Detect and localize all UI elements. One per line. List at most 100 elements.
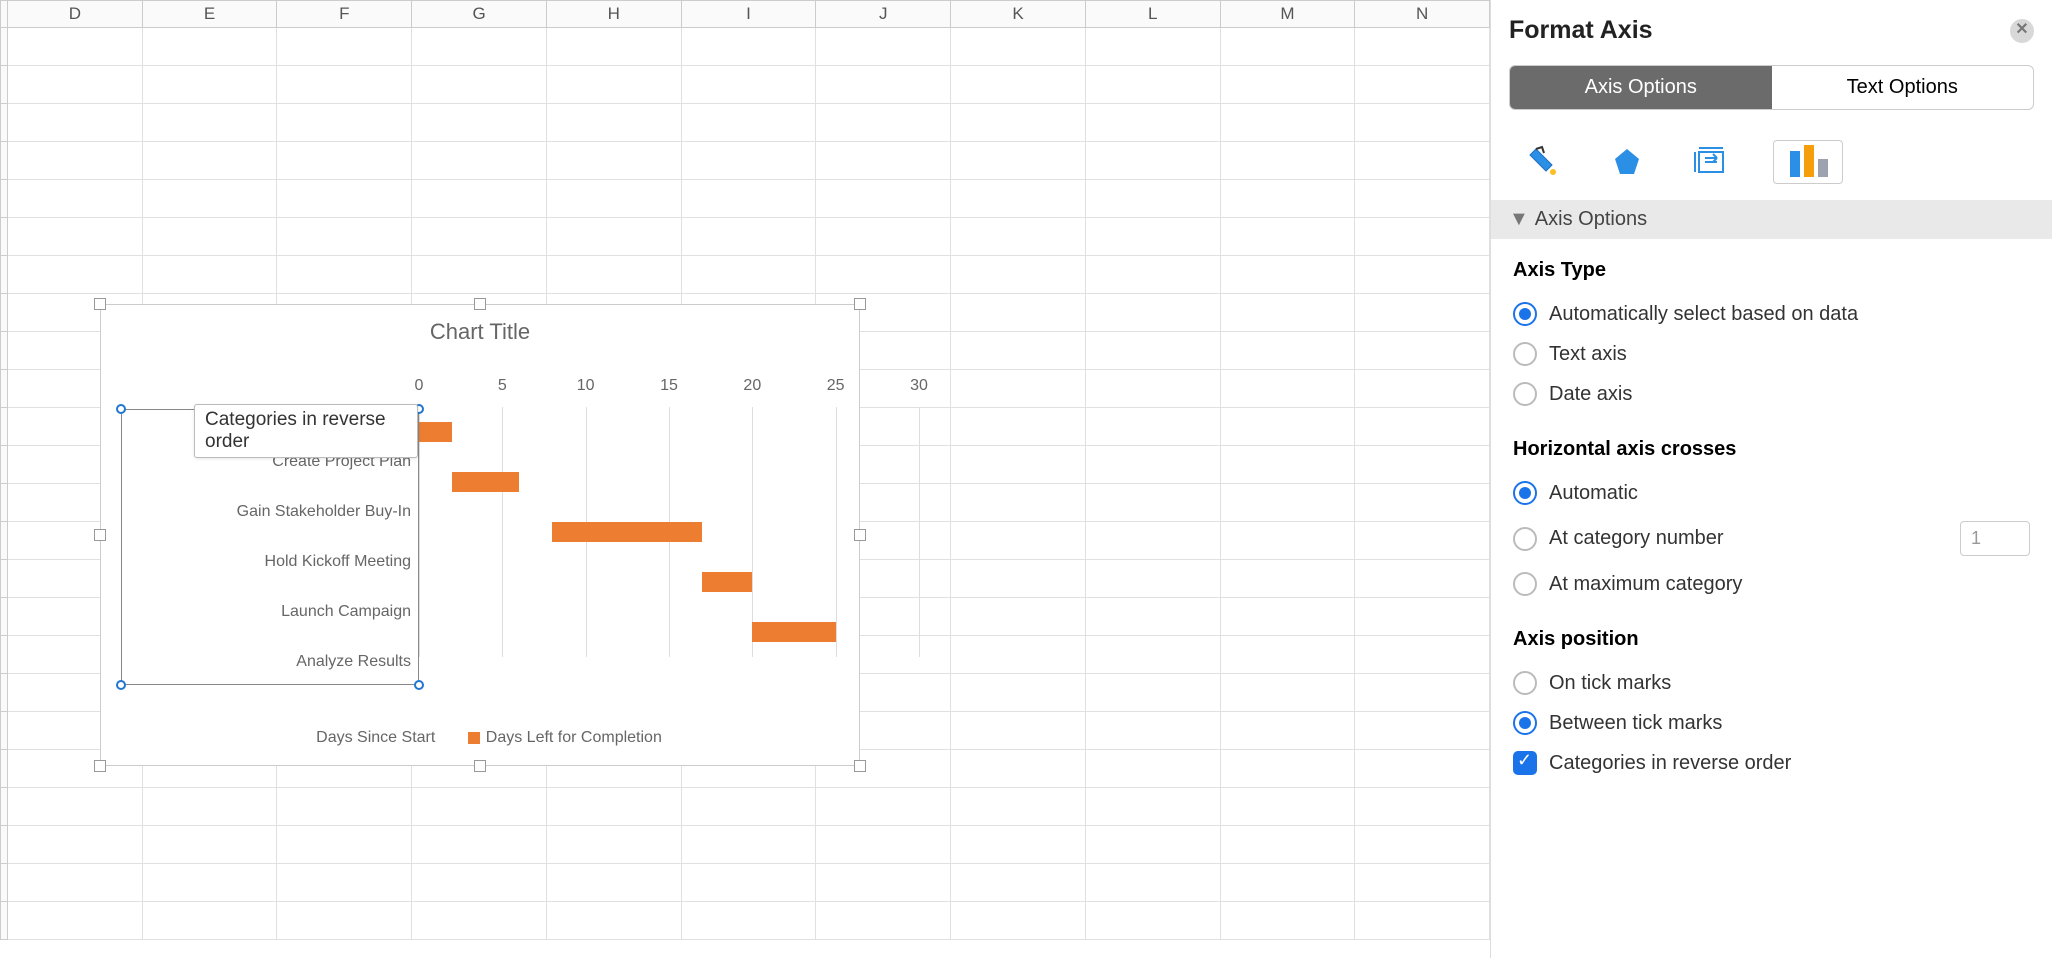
cell[interactable] — [951, 788, 1086, 826]
cell[interactable] — [1221, 408, 1356, 446]
col-header-N[interactable]: N — [1355, 0, 1490, 28]
col-header-F[interactable]: F — [277, 0, 412, 28]
col-header-K[interactable]: K — [951, 0, 1086, 28]
cell[interactable] — [1355, 484, 1490, 522]
cell[interactable] — [816, 788, 951, 826]
cell[interactable] — [8, 788, 143, 826]
cell[interactable] — [682, 180, 817, 218]
cell[interactable] — [412, 66, 547, 104]
cell[interactable] — [682, 902, 817, 940]
cell[interactable] — [951, 598, 1086, 636]
cell[interactable] — [1221, 294, 1356, 332]
cell[interactable] — [951, 294, 1086, 332]
cell[interactable] — [1086, 902, 1221, 940]
radio-crosses-at-max[interactable] — [1513, 572, 1537, 596]
cell[interactable] — [277, 66, 412, 104]
cell[interactable] — [1086, 788, 1221, 826]
cell[interactable] — [951, 484, 1086, 522]
cell[interactable] — [816, 864, 951, 902]
col-header-H[interactable]: H — [547, 0, 682, 28]
cell[interactable] — [1221, 826, 1356, 864]
cell[interactable] — [277, 142, 412, 180]
col-header-L[interactable]: L — [1086, 0, 1221, 28]
cell[interactable] — [143, 902, 278, 940]
plot-area[interactable]: 051015202530 — [419, 377, 919, 657]
cell[interactable] — [412, 256, 547, 294]
cell[interactable] — [1355, 28, 1490, 66]
cell[interactable] — [682, 788, 817, 826]
cell[interactable] — [682, 66, 817, 104]
cell[interactable] — [412, 826, 547, 864]
cell[interactable] — [277, 256, 412, 294]
cell[interactable] — [1221, 902, 1356, 940]
checkbox-reverse-order[interactable] — [1513, 751, 1537, 775]
cell[interactable] — [1355, 142, 1490, 180]
cell[interactable] — [1355, 712, 1490, 750]
cell[interactable] — [1355, 294, 1490, 332]
cell[interactable] — [1086, 218, 1221, 256]
crosses-category-input[interactable] — [1960, 521, 2030, 556]
col-header-M[interactable]: M — [1221, 0, 1356, 28]
cell[interactable] — [1086, 446, 1221, 484]
cell[interactable] — [547, 180, 682, 218]
cell[interactable] — [1221, 142, 1356, 180]
cell[interactable] — [1086, 104, 1221, 142]
cell[interactable] — [8, 826, 143, 864]
cell[interactable] — [547, 66, 682, 104]
cell[interactable] — [816, 256, 951, 294]
cell[interactable] — [143, 104, 278, 142]
cell[interactable] — [1086, 180, 1221, 218]
cell[interactable] — [1086, 712, 1221, 750]
cell[interactable] — [951, 66, 1086, 104]
cell[interactable] — [1086, 484, 1221, 522]
cell[interactable] — [951, 522, 1086, 560]
cell[interactable] — [682, 104, 817, 142]
cell[interactable] — [143, 256, 278, 294]
cell[interactable] — [8, 66, 143, 104]
cell[interactable] — [951, 370, 1086, 408]
cell[interactable] — [1221, 218, 1356, 256]
cell[interactable] — [816, 826, 951, 864]
cell[interactable] — [143, 788, 278, 826]
cell[interactable] — [1355, 446, 1490, 484]
cell[interactable] — [1355, 598, 1490, 636]
cell[interactable] — [1086, 598, 1221, 636]
cell[interactable] — [547, 218, 682, 256]
cell[interactable] — [682, 218, 817, 256]
cell[interactable] — [277, 902, 412, 940]
cell[interactable] — [1355, 408, 1490, 446]
cell[interactable] — [1086, 826, 1221, 864]
cell[interactable] — [547, 826, 682, 864]
spreadsheet-grid[interactable]: D E F G H I J K L M N Chart Title 051015… — [0, 0, 1490, 958]
cell[interactable] — [1086, 750, 1221, 788]
cell[interactable] — [412, 788, 547, 826]
effects-icon[interactable] — [1605, 140, 1649, 184]
cell[interactable] — [1221, 788, 1356, 826]
cell[interactable] — [547, 142, 682, 180]
cell[interactable] — [1355, 826, 1490, 864]
cell[interactable] — [1221, 674, 1356, 712]
cell[interactable] — [1355, 332, 1490, 370]
cell[interactable] — [1355, 788, 1490, 826]
data-bar[interactable] — [702, 572, 752, 592]
cell[interactable] — [1086, 294, 1221, 332]
cell[interactable] — [1221, 66, 1356, 104]
cell[interactable] — [1221, 864, 1356, 902]
cell[interactable] — [951, 674, 1086, 712]
cell[interactable] — [277, 104, 412, 142]
cell[interactable] — [816, 28, 951, 66]
cell[interactable] — [143, 218, 278, 256]
cell[interactable] — [951, 446, 1086, 484]
cell[interactable] — [1221, 332, 1356, 370]
cell[interactable] — [1086, 408, 1221, 446]
cell[interactable] — [1221, 598, 1356, 636]
cell[interactable] — [1086, 370, 1221, 408]
tab-axis-options[interactable]: Axis Options — [1510, 66, 1772, 109]
data-bar[interactable] — [752, 622, 835, 642]
cell[interactable] — [1221, 28, 1356, 66]
cell[interactable] — [1086, 864, 1221, 902]
cell[interactable] — [1221, 256, 1356, 294]
cell[interactable] — [1221, 484, 1356, 522]
cell[interactable] — [951, 218, 1086, 256]
cell[interactable] — [412, 142, 547, 180]
